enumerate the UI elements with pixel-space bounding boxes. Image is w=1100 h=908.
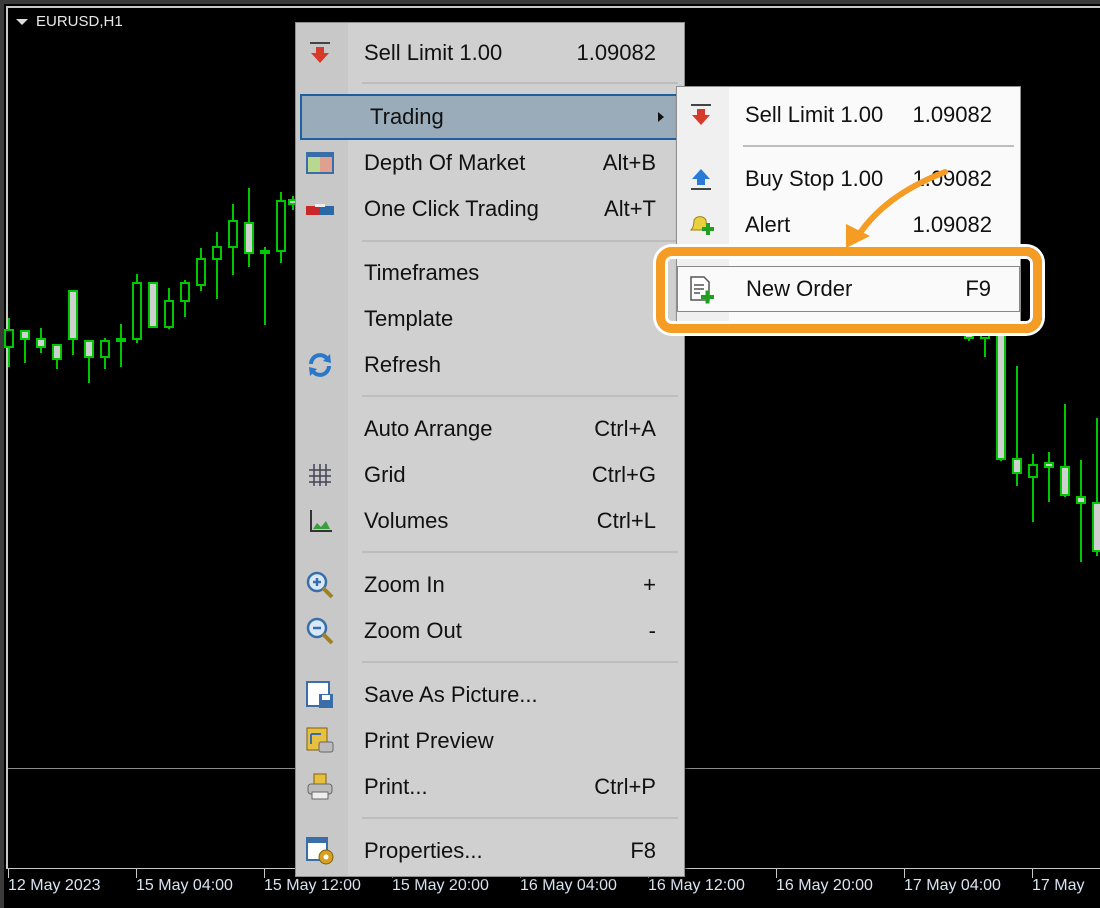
annotation-arrow-icon <box>846 169 948 248</box>
